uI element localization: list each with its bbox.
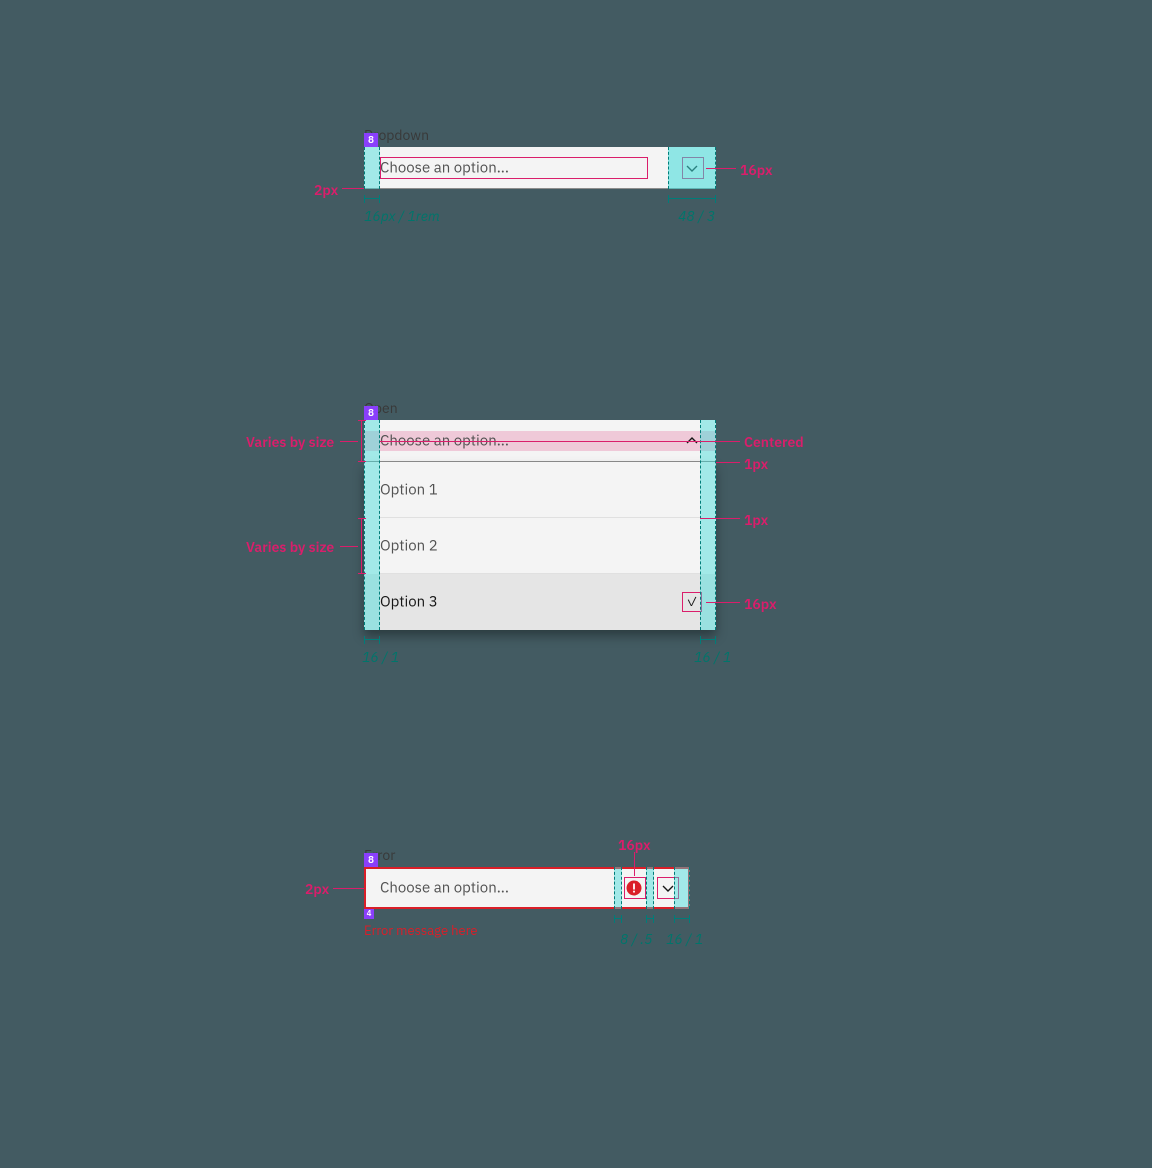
leader-line — [342, 188, 364, 189]
dimension-label: 16 / 1 — [694, 648, 731, 666]
annotation-ibar — [358, 420, 366, 462]
dimension-bracket — [700, 636, 716, 644]
dropdown-menu: Option 1 Option 2 Option 3 ✓ — [364, 462, 716, 630]
annotation-label: 2px — [314, 181, 338, 199]
annotation-label: 16px — [744, 595, 777, 613]
option-label: Option 2 — [380, 537, 438, 556]
spacing-badge-8: 8 — [364, 133, 378, 147]
option-label: Option 1 — [380, 481, 438, 500]
dropdown-option-selected[interactable]: Option 3 ✓ — [364, 574, 716, 630]
dimension-bracket — [614, 915, 622, 923]
dimension-label: 16 / 1 — [362, 648, 399, 666]
dimension-label: 16 / 1 — [666, 930, 703, 948]
spacing-badge-4: 4 — [364, 909, 374, 919]
spacing-badge-8: 8 — [364, 853, 378, 867]
annotation-label: Centered — [744, 433, 804, 451]
leader-line — [333, 888, 364, 889]
error-message: Error message here — [364, 922, 478, 939]
dropdown-option[interactable]: Option 1 — [364, 462, 716, 518]
leader-line — [706, 168, 736, 169]
dimension-bracket — [674, 915, 690, 923]
warning-icon — [626, 880, 642, 896]
leader-line — [716, 462, 740, 463]
spacing-pad — [646, 867, 654, 909]
checkmark-icon: ✓ — [682, 592, 702, 612]
dropdown-error[interactable]: Choose an option... — [364, 867, 690, 909]
dimension-bracket — [668, 195, 716, 203]
annotation-label: 16px — [740, 161, 773, 179]
leader-line — [706, 602, 740, 603]
annotation-label: 1px — [744, 455, 768, 473]
option-label: Option 3 — [380, 593, 438, 612]
dropdown-placeholder: Choose an option... — [380, 879, 509, 898]
spacing-pad-left — [364, 147, 380, 189]
spacing-pad — [614, 867, 622, 909]
leader-line — [700, 518, 740, 519]
dimension-label: 48 / 3 — [678, 207, 715, 225]
annotation-label: 2px — [305, 880, 329, 898]
spacing-badge-8: 8 — [364, 406, 378, 420]
leader-line — [340, 546, 358, 547]
leader-line — [380, 441, 740, 442]
dropdown-option[interactable]: Option 2 — [364, 518, 716, 574]
dimension-bracket — [646, 915, 654, 923]
leader-line — [634, 852, 635, 876]
annotation-label: Varies by size — [246, 433, 334, 451]
leader-line — [340, 441, 358, 442]
dimension-label: 16px / 1rem — [364, 207, 440, 225]
spacing-pad — [674, 867, 690, 909]
spacing-pad-left — [364, 420, 380, 630]
dimension-bracket — [364, 636, 380, 644]
dropdown-open[interactable]: Choose an option... Option 1 Option 2 Op… — [364, 420, 716, 630]
annotation-text-outline — [380, 157, 648, 179]
spacing-dash — [668, 147, 669, 189]
dimension-bracket — [364, 195, 380, 203]
dropdown-closed[interactable]: Choose an option... — [364, 147, 716, 189]
annotation-label: 1px — [744, 511, 768, 529]
annotation-ibar — [358, 518, 366, 574]
spacing-pad-right — [700, 420, 716, 630]
annotation-label: Varies by size — [246, 538, 334, 556]
dimension-label: 8 / .5 — [620, 930, 653, 948]
